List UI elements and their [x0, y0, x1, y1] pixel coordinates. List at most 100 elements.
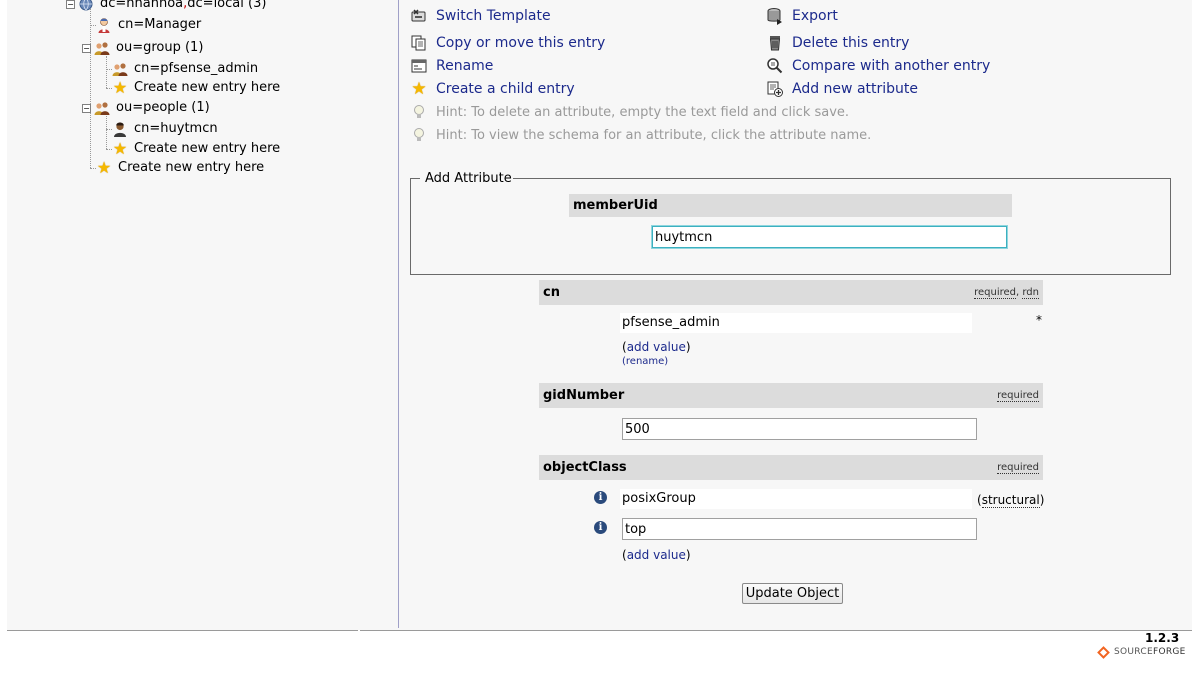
- tree-root-label[interactable]: dc=nhanhoa,dc=local (3): [100, 0, 266, 13]
- switch-template-link[interactable]: Switch Template: [436, 8, 551, 24]
- copy-icon: [410, 34, 428, 52]
- required-tag: required: [974, 287, 1016, 299]
- delete-action[interactable]: Delete this entry: [766, 33, 909, 53]
- paren: (: [977, 493, 982, 507]
- panel-splitter[interactable]: [398, 0, 399, 628]
- group-icon: [94, 40, 110, 56]
- create-child-action[interactable]: ★ Create a child entry: [410, 79, 575, 99]
- structural-label: (structural): [977, 493, 1045, 508]
- cn-add-value[interactable]: (add value): [622, 340, 691, 354]
- compare-magnifier-icon: [766, 57, 784, 75]
- user-icon: [96, 17, 112, 33]
- objectclass-top-input[interactable]: [622, 518, 977, 540]
- tree-item-label[interactable]: cn=huytmcn: [134, 120, 218, 138]
- tree-item-manager[interactable]: cn=Manager: [96, 16, 201, 34]
- star-icon: ★: [112, 139, 128, 158]
- cn-add-value-link[interactable]: add value: [627, 340, 686, 354]
- tree-item-label[interactable]: Create new entry here: [118, 159, 264, 177]
- tree-item-pfsense-admin[interactable]: cn=pfsense_admin: [112, 60, 258, 78]
- copy-move-link[interactable]: Copy or move this entry: [436, 35, 605, 51]
- tree-item-label[interactable]: cn=Manager: [118, 16, 201, 34]
- sourceforge-logo[interactable]: SOURCE FORGE: [1097, 645, 1186, 659]
- attribute-cn-header: cn required, rdn: [539, 280, 1043, 305]
- trash-icon: [766, 34, 784, 52]
- add-attribute-legend: Add Attribute: [424, 171, 513, 186]
- globe-icon: [78, 0, 94, 12]
- export-action[interactable]: Export: [766, 6, 838, 26]
- hint-schema-text: Hint: To view the schema for an attribut…: [436, 127, 872, 143]
- attribute-name-cn[interactable]: cn: [543, 285, 560, 300]
- gidnumber-input[interactable]: [622, 418, 977, 440]
- tree-create-entry[interactable]: ★ Create new entry here: [112, 79, 280, 97]
- attribute-gidnumber-header: gidNumber required: [539, 383, 1043, 408]
- cn-rename-link[interactable]: (rename): [622, 356, 668, 367]
- rdn-tag: rdn: [1022, 287, 1039, 299]
- attribute-tags: required, rdn: [974, 287, 1039, 299]
- rename-icon: [410, 57, 428, 75]
- delete-link[interactable]: Delete this entry: [792, 35, 909, 51]
- star-icon: ★: [112, 78, 128, 97]
- star-icon: ★: [96, 158, 112, 177]
- fieldset-border: [410, 178, 420, 179]
- update-object-button[interactable]: Update Object: [742, 583, 843, 604]
- copy-move-action[interactable]: Copy or move this entry: [410, 33, 605, 53]
- switch-template-action[interactable]: Switch Template: [410, 6, 551, 26]
- attribute-name-gidnumber[interactable]: gidNumber: [543, 388, 624, 403]
- divider: [360, 630, 1192, 631]
- compare-link[interactable]: Compare with another entry: [792, 58, 990, 74]
- objectclass-add-value[interactable]: (add value): [622, 548, 691, 562]
- tree-item-group[interactable]: − ou=group (1): [82, 39, 203, 57]
- rdn-asterisk: *: [1036, 313, 1042, 327]
- group-icon: [94, 100, 110, 116]
- new-attribute-header: memberUid: [569, 194, 1012, 217]
- tag-separator: ,: [1016, 287, 1020, 298]
- switch-template-icon: [410, 7, 428, 25]
- cn-value: pfsense_admin: [620, 313, 972, 333]
- group-icon: [112, 61, 128, 77]
- attribute-name-objectclass[interactable]: objectClass: [543, 460, 627, 475]
- add-attribute-icon: [766, 80, 784, 98]
- add-attribute-action[interactable]: Add new attribute: [766, 79, 918, 99]
- collapse-icon[interactable]: −: [82, 103, 91, 113]
- new-attribute-value-input[interactable]: [652, 226, 1007, 248]
- divider: [7, 630, 358, 631]
- compare-action[interactable]: Compare with another entry: [766, 56, 990, 76]
- new-attribute-name[interactable]: memberUid: [573, 198, 658, 213]
- fieldset-border: [512, 178, 1171, 179]
- tree-item-label[interactable]: cn=pfsense_admin: [134, 60, 258, 78]
- hint-schema: Hint: To view the schema for an attribut…: [410, 126, 871, 144]
- tree-item-label[interactable]: Create new entry here: [134, 140, 280, 158]
- logo-text: SOURCE: [1114, 647, 1153, 657]
- attribute-tags: required: [997, 462, 1039, 474]
- attribute-objectclass-header: objectClass required: [539, 455, 1043, 480]
- tree-item-label[interactable]: ou=people (1): [116, 99, 210, 117]
- create-child-link[interactable]: Create a child entry: [436, 81, 575, 97]
- rename-action[interactable]: Rename: [410, 56, 493, 76]
- tree-create-entry[interactable]: ★ Create new entry here: [96, 159, 264, 177]
- paren: ): [685, 340, 691, 354]
- rename-link[interactable]: Rename: [436, 58, 493, 74]
- info-icon[interactable]: i: [594, 491, 607, 504]
- tree-item-label[interactable]: Create new entry here: [134, 79, 280, 97]
- add-attribute-link[interactable]: Add new attribute: [792, 81, 918, 97]
- paren: ): [1039, 493, 1045, 507]
- info-icon[interactable]: i: [594, 521, 607, 534]
- database-export-icon: [766, 7, 784, 25]
- lightbulb-icon: [410, 103, 428, 121]
- structural-text: structural: [981, 493, 1040, 508]
- tree-root[interactable]: − dc=nhanhoa,dc=local (3): [66, 0, 266, 13]
- hint-delete: Hint: To delete an attribute, empty the …: [410, 103, 849, 121]
- tree-item-label[interactable]: ou=group (1): [116, 39, 203, 57]
- tree-item-huytmcn[interactable]: cn=huytmcn: [112, 120, 218, 138]
- objectclass-add-value-link[interactable]: add value: [627, 548, 686, 562]
- tree-create-entry[interactable]: ★ Create new entry here: [112, 140, 280, 158]
- sourceforge-diamond-icon: [1097, 645, 1110, 659]
- required-tag: required: [997, 462, 1039, 474]
- export-link[interactable]: Export: [792, 8, 838, 24]
- paren: ): [685, 548, 691, 562]
- collapse-icon[interactable]: −: [82, 43, 91, 53]
- tree-item-people[interactable]: − ou=people (1): [82, 99, 210, 117]
- star-icon: ★: [411, 79, 427, 99]
- logo-text: FORGE: [1152, 647, 1186, 657]
- collapse-icon[interactable]: −: [66, 0, 75, 9]
